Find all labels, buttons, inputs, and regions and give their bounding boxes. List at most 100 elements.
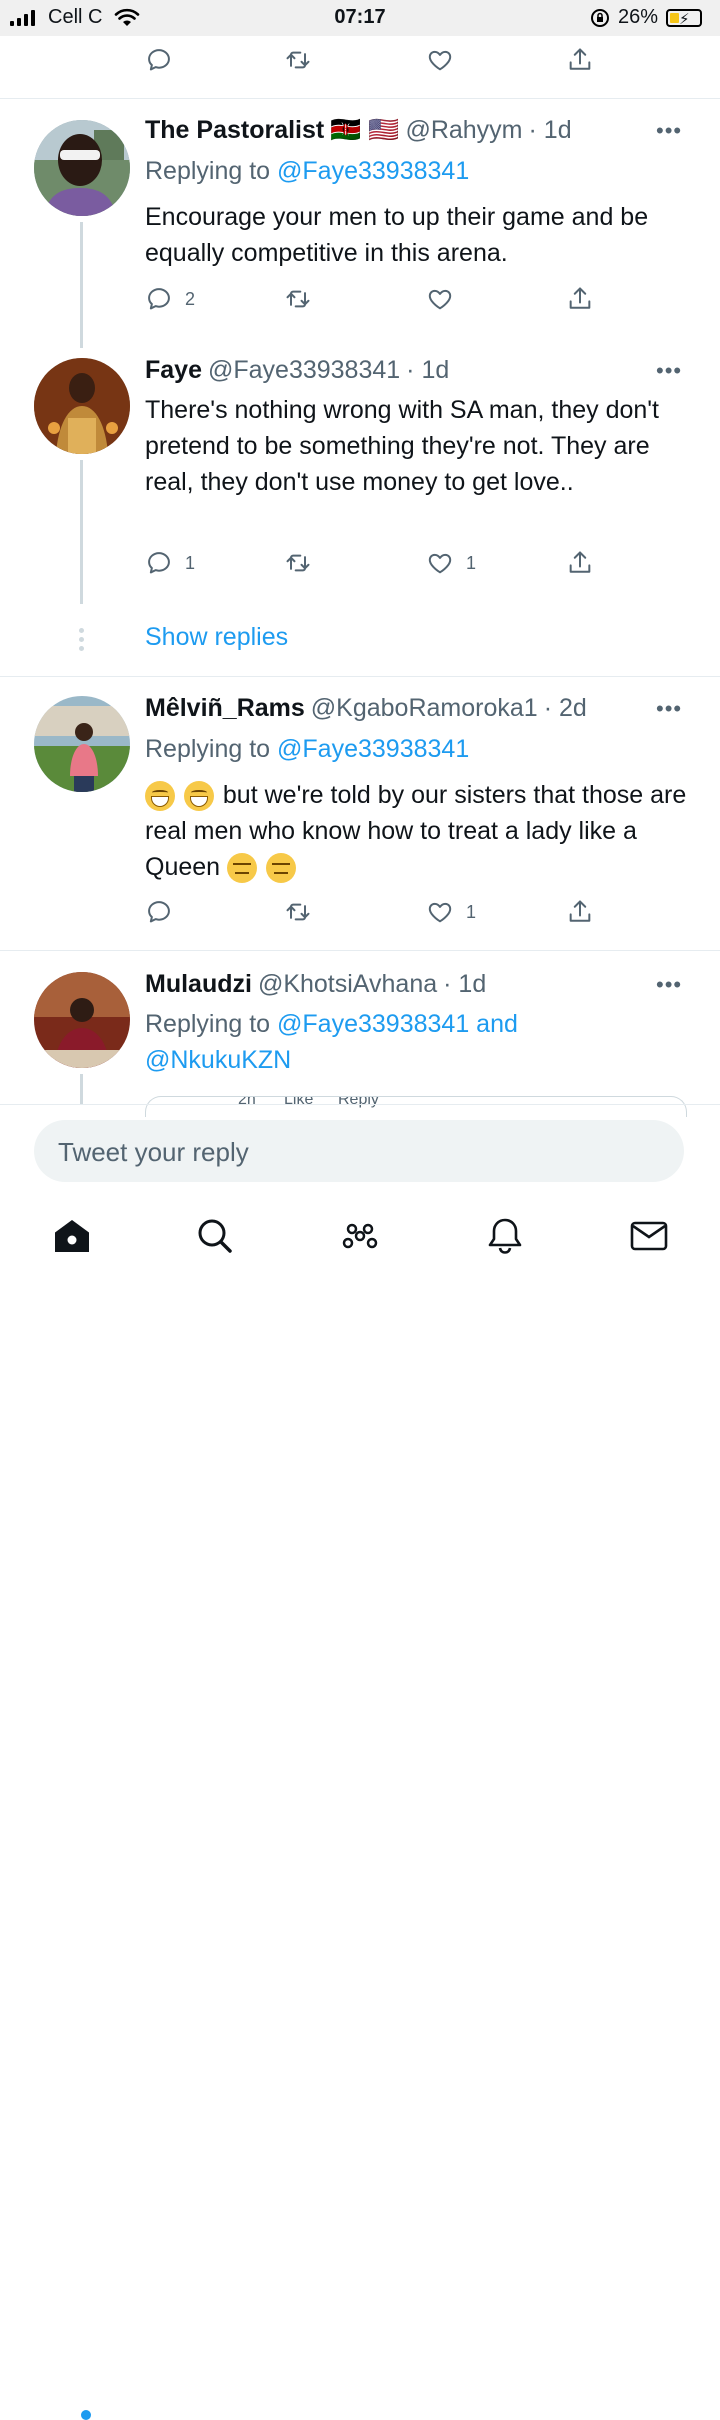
reply-button[interactable] <box>145 898 185 926</box>
retweet-button[interactable] <box>284 285 312 313</box>
replying-to: Replying to @Faye33938341 and @NkukuKZN <box>145 1006 690 1078</box>
like-count: 1 <box>466 552 477 573</box>
like-icon <box>426 898 454 926</box>
share-button[interactable] <box>566 285 594 313</box>
more-icon[interactable]: ••• <box>656 358 682 384</box>
home-icon <box>55 1220 89 1252</box>
retweet-button[interactable] <box>284 898 312 926</box>
share-icon <box>566 549 594 577</box>
display-name[interactable]: Mulaudzi <box>145 970 252 999</box>
expressionless-emoji <box>265 853 296 884</box>
share-button[interactable] <box>566 549 594 577</box>
mention-link[interactable]: @Faye33938341 <box>277 1010 469 1038</box>
divider <box>0 98 720 99</box>
more-icon[interactable]: ••• <box>656 118 682 144</box>
show-replies-link[interactable]: Show replies <box>145 623 288 652</box>
like-button[interactable] <box>426 46 454 74</box>
tweet-time: · 2d <box>543 694 587 722</box>
like-button[interactable]: 1 <box>426 549 476 577</box>
preview-reply: Reply <box>338 1096 379 1108</box>
reply-button[interactable] <box>145 46 173 74</box>
tweet-text: but we're told by our sisters that those… <box>145 777 690 885</box>
retweet-button[interactable] <box>284 46 312 74</box>
tweet-header: Faye @Faye33938341 · 1d <box>145 356 449 385</box>
preview-time: 2h <box>238 1096 256 1108</box>
tweet-text: Encourage your men to up their game and … <box>145 203 649 267</box>
retweet-button[interactable] <box>284 549 312 577</box>
avatar[interactable] <box>34 696 130 792</box>
tab-home[interactable] <box>50 1214 94 1258</box>
user-handle[interactable]: @KhotsiAvhana <box>258 970 437 999</box>
avatar[interactable] <box>34 120 130 216</box>
messages-icon <box>630 1221 668 1251</box>
mention-link[interactable]: @Faye33938341 <box>277 157 469 185</box>
avatar[interactable] <box>34 358 130 454</box>
like-button[interactable] <box>426 285 466 313</box>
replying-to: Replying to @Faye33938341 <box>145 731 469 767</box>
battery-icon: ⚡ <box>666 8 702 28</box>
replying-prefix: Replying to <box>145 735 278 763</box>
thread-line <box>80 222 83 348</box>
avatar[interactable] <box>34 972 130 1068</box>
tab-search[interactable] <box>193 1214 237 1258</box>
spaces-icon <box>342 1223 378 1249</box>
display-name[interactable]: Mêlviñ_Rams <box>145 694 305 723</box>
retweet-icon <box>284 898 312 926</box>
orientation-lock-icon <box>590 8 609 27</box>
tab-messages[interactable] <box>627 1214 671 1258</box>
divider <box>0 1104 720 1105</box>
flag-emojis: 🇰🇪 🇺🇸 <box>330 116 400 144</box>
replying-prefix: Replying to <box>145 157 278 185</box>
like-icon <box>426 46 454 74</box>
share-button[interactable] <box>566 46 594 74</box>
preview-like: Like <box>284 1096 314 1108</box>
divider <box>0 950 720 951</box>
share-icon <box>566 46 594 74</box>
status-bar: Cell C 07:17 26% ⚡ <box>0 0 720 36</box>
tweet-header: Mulaudzi @KhotsiAvhana · 1d <box>145 970 486 999</box>
reply-icon <box>145 549 173 577</box>
like-icon <box>426 549 454 577</box>
share-button[interactable] <box>566 898 594 926</box>
replying-prefix: Replying to <box>145 1010 278 1038</box>
user-handle[interactable]: @Rahyym <box>405 116 522 145</box>
mention-link[interactable]: @NkukuKZN <box>145 1046 291 1074</box>
like-button[interactable]: 1 <box>426 898 476 926</box>
reply-button[interactable]: 1 <box>145 549 195 577</box>
more-icon[interactable]: ••• <box>656 696 682 722</box>
notifications-icon <box>488 1218 522 1254</box>
notification-dot <box>81 2410 91 2420</box>
tweet-time: · 1d <box>406 356 450 384</box>
display-name[interactable]: Faye <box>145 356 202 385</box>
retweet-icon <box>284 549 312 577</box>
share-icon <box>566 285 594 313</box>
thread-line <box>80 1074 83 1104</box>
reply-button[interactable]: 2 <box>145 285 195 313</box>
user-handle[interactable]: @KgaboRamoroka1 <box>311 694 538 723</box>
tweet-header: The Pastoralist 🇰🇪 🇺🇸 @Rahyym · 1d <box>145 116 572 145</box>
reply-icon <box>145 285 173 313</box>
user-handle[interactable]: @Faye33938341 <box>208 356 400 385</box>
share-icon <box>566 898 594 926</box>
tweet-text: There's nothing wrong with SA man, they … <box>145 396 660 496</box>
media-preview[interactable]: 2h Like Reply <box>145 1096 687 1117</box>
divider <box>0 676 720 677</box>
mention-link[interactable]: @Faye33938341 <box>277 735 469 763</box>
battery-percent: 26% <box>617 6 658 28</box>
more-icon[interactable]: ••• <box>656 972 682 998</box>
thread-dots <box>79 628 84 651</box>
reply-input[interactable] <box>56 1120 660 1184</box>
battery-status: 26% ⚡ <box>590 6 702 29</box>
tab-notifications[interactable] <box>483 1214 527 1258</box>
tab-spaces[interactable] <box>338 1214 382 1258</box>
display-name[interactable]: The Pastoralist <box>145 116 324 145</box>
retweet-icon <box>284 46 312 74</box>
grin-emoji <box>183 781 214 812</box>
tweet-time: · 1d <box>528 116 572 144</box>
thread-line <box>80 460 83 604</box>
reply-composer[interactable] <box>34 1120 684 1184</box>
replying-and: and <box>469 1010 518 1038</box>
expressionless-emoji <box>227 853 258 884</box>
reply-icon <box>145 46 173 74</box>
replying-to: Replying to @Faye33938341 <box>145 153 469 189</box>
